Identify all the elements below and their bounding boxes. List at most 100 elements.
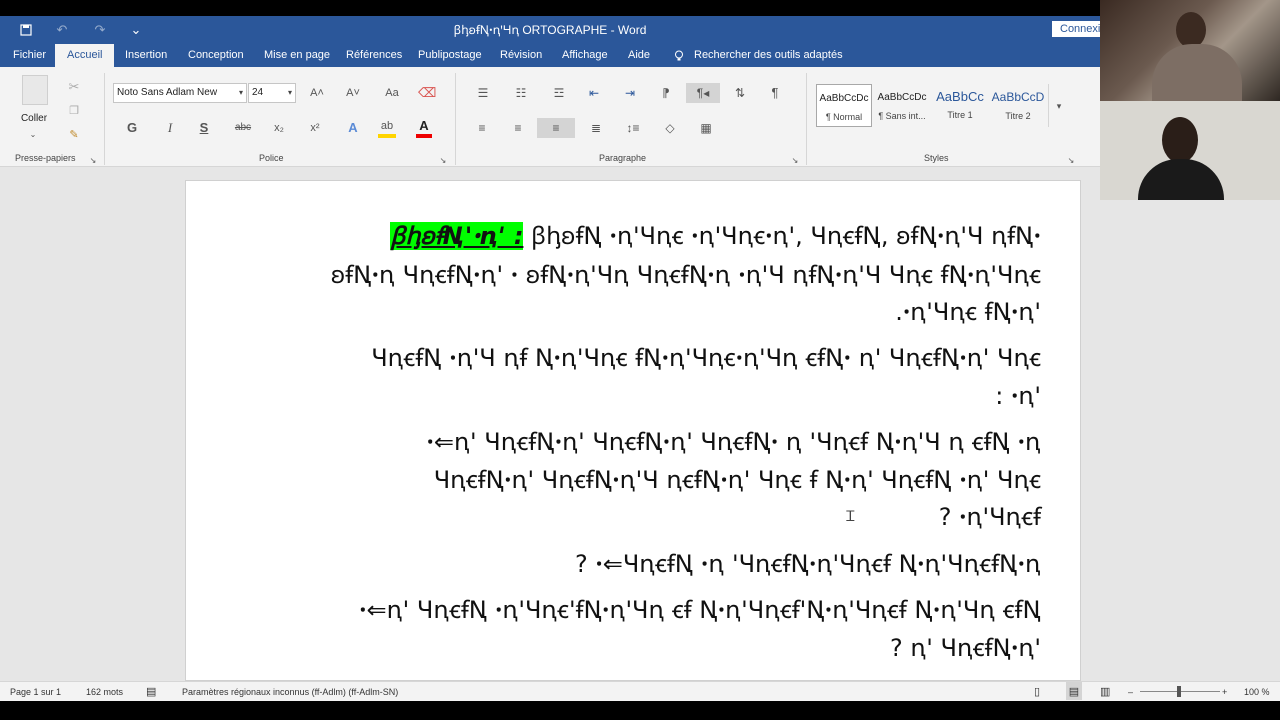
style-name: ¶ Normal: [825, 112, 863, 122]
zoom-in-button[interactable]: +: [1222, 682, 1227, 702]
strikethrough-button[interactable]: abc: [232, 118, 254, 138]
lightbulb-icon: [674, 44, 684, 67]
align-right-icon[interactable]: ≡: [537, 118, 575, 138]
paste-icon[interactable]: [22, 75, 48, 105]
ibeam-cursor-icon: Ꮖ: [846, 508, 856, 524]
status-bar: Page 1 sur 1 162 mots ▤ Paramètres régio…: [0, 681, 1280, 701]
font-color-button[interactable]: A: [416, 118, 432, 138]
rtl-icon[interactable]: ¶◂: [686, 83, 720, 103]
copy-icon[interactable]: ❐: [66, 101, 82, 121]
print-layout-icon[interactable]: ▤: [1066, 682, 1082, 700]
bullets-icon[interactable]: ☰: [470, 83, 496, 103]
style-heading-1[interactable]: AaBbCc Titre 1: [932, 84, 988, 127]
word-count[interactable]: 162 mots: [86, 682, 123, 702]
show-marks-button[interactable]: ¶: [766, 83, 784, 103]
ribbon-separator: [455, 73, 456, 165]
paragraph-line-3[interactable]: ꞏꞑꞌꞍꞑꞓ ꞙꞐꞏꞑꞌ.: [895, 293, 1041, 331]
bold-button[interactable]: G: [124, 118, 140, 138]
font-size-value: 24: [252, 87, 264, 98]
paragraph-line-9[interactable]: ꞏ⇐ꞍꞑꞓꞙꞐ ꞏꞑ ꞌꞍꞑꞓꞙꞐꞏꞑꞌꞍꞑꞓꞙ ꞐꞏꞑꞌꞍꞑꞓꞙꞐꞏꞑ ?: [575, 545, 1041, 583]
font-name-combo[interactable]: Noto Sans Adlam New ▾: [113, 83, 247, 103]
style-no-spacing[interactable]: AaBbCcDc ¶ Sans int...: [874, 84, 930, 127]
increase-indent-icon[interactable]: ⇥: [620, 83, 640, 103]
paragraph-line-4[interactable]: ꞍꞑꞓꞙꞐ ꞏꞑꞌꞍ ꞑꞙ ꞐꞏꞑꞌꞍꞑꞓ ꞙꞐꞏꞑꞌꞍꞑꞓꞏꞑꞌꞍꞑ ꞓꞙꞐꞏ…: [371, 339, 1041, 377]
line-spacing-icon[interactable]: ↕≡: [620, 118, 646, 138]
justify-icon[interactable]: ≣: [584, 118, 608, 138]
participant-head: [1162, 117, 1198, 163]
tab-references[interactable]: Références: [346, 44, 402, 67]
more-styles-icon[interactable]: ▾: [1051, 96, 1067, 116]
document-page[interactable]: ꞵꞕꞝꞙꞐ'ꞏꞑꞌ : ꞵꞕꞝꞙꞐ ꞏꞑꞌꞍꞑꞓ ꞏꞑꞌꞍꞑꞓꞏꞑꞌ, Ɥꞑꞓꞙ…: [185, 180, 1081, 681]
paragraph-line-1[interactable]: ꞵꞕꞝꞙꞐ'ꞏꞑꞌ : ꞵꞕꞝꞙꞐ ꞏꞑꞌꞍꞑꞓ ꞏꞑꞌꞍꞑꞓꞏꞑꞌ, Ɥꞑꞓꞙ…: [390, 217, 1041, 255]
clear-formatting-icon[interactable]: ⌫: [418, 83, 436, 103]
multilevel-list-icon[interactable]: ☲: [546, 83, 572, 103]
cut-icon[interactable]: ✂: [66, 77, 82, 97]
font-size-combo[interactable]: 24 ▾: [248, 83, 296, 103]
change-case-button[interactable]: Aa: [380, 83, 404, 103]
tab-conception[interactable]: Conception: [188, 44, 244, 67]
decrease-indent-icon[interactable]: ⇤: [584, 83, 604, 103]
font-name-value: Noto Sans Adlam New: [117, 87, 218, 98]
paragraph-line-2[interactable]: ꞝꞙꞐꞏꞑ ꞍꞑꞓꞙꞐꞏꞑꞌ ꞏ ꞝꞙꞐꞏꞑꞌꞍꞑ ꞍꞑꞓꞙꞐꞏꞑ ꞏꞑꞌꞍ ꞑ…: [331, 256, 1041, 294]
read-mode-icon[interactable]: ▯: [1034, 682, 1040, 702]
tab-aide[interactable]: Aide: [628, 44, 650, 67]
borders-icon[interactable]: ▦: [692, 118, 720, 138]
tab-insertion[interactable]: Insertion: [125, 44, 167, 67]
styles-scroll[interactable]: ▾: [1048, 84, 1068, 127]
style-sample: AaBbCcDc: [877, 92, 927, 103]
tab-publipostage[interactable]: Publipostage: [418, 44, 482, 67]
clipboard-group-label: Presse-papiers: [15, 153, 76, 163]
paragraph-line-6[interactable]: ꞏ⇐ꞑꞌ ꞍꞑꞓꞙꞐꞏꞑꞌ ꞍꞑꞓꞙꞐꞏꞑꞌ ꞍꞑꞓꞙꞐꞏ ꞑ ꞌꞍꞑꞓꞙ Ꞑꞏ…: [427, 423, 1042, 461]
paragraph-line-11[interactable]: ꞑꞌ ꞍꞑꞓꞙꞐꞏꞑꞌ ?: [890, 629, 1041, 667]
zoom-level[interactable]: 100 %: [1244, 682, 1270, 702]
tab-revision[interactable]: Révision: [500, 44, 542, 67]
style-heading-2[interactable]: AaBbCcD Titre 2: [990, 84, 1046, 127]
paragraph-line-7[interactable]: ꞍꞑꞓꞙꞐꞏꞑꞌ ꞍꞑꞓꞙꞐꞏꞑꞌꞍ ꞑꞓꞙꞐꞏꞑꞌ Ɥꞑꞓ ꞙ Ꞑꞏꞑꞌ Ɥꞑ…: [434, 461, 1041, 499]
title-bar: ↶ ↷ ⌄ ꞵꞕꞝꞙꞐꞏꞑꞌꞍꞑ ORTOGRAPHE - Word Conne…: [0, 16, 1100, 44]
numbering-icon[interactable]: ☷: [508, 83, 534, 103]
paragraph-line-8[interactable]: ꞏꞑꞌꞍꞑꞓꞙ ?: [939, 498, 1041, 536]
style-name: Titre 1: [947, 110, 973, 120]
tell-me-search[interactable]: Rechercher des outils adaptés: [694, 44, 843, 67]
align-left-icon[interactable]: ≡: [472, 118, 492, 138]
shading-icon[interactable]: ◇: [656, 118, 684, 138]
underline-button[interactable]: S: [196, 118, 212, 138]
italic-button[interactable]: I: [162, 118, 178, 138]
zoom-slider-thumb[interactable]: [1177, 686, 1181, 697]
proofing-icon[interactable]: ▤: [146, 682, 156, 702]
chevron-down-icon: ▾: [238, 88, 243, 97]
document-area-right: [1100, 200, 1280, 681]
page-count[interactable]: Page 1 sur 1: [10, 682, 61, 702]
paste-dropdown-icon[interactable]: ⌄: [26, 125, 40, 145]
highlight-color-button[interactable]: ab: [378, 118, 396, 138]
chevron-down-icon: ▾: [287, 88, 292, 97]
tab-mise-en-page[interactable]: Mise en page: [264, 44, 330, 67]
bottom-black-bar: [0, 701, 1280, 720]
superscript-button[interactable]: x²: [306, 118, 324, 138]
style-sample: AaBbCcDc: [819, 93, 869, 104]
font-group-label: Police: [259, 153, 284, 163]
tab-accueil[interactable]: Accueil: [55, 44, 115, 67]
grow-font-button[interactable]: A˄: [308, 83, 326, 103]
paragraph-line-5[interactable]: ꞏꞑꞌ :: [995, 377, 1041, 415]
sort-icon[interactable]: ⇅: [730, 83, 750, 103]
participant-body: [1138, 159, 1224, 200]
subscript-button[interactable]: x₂: [270, 118, 288, 138]
align-center-icon[interactable]: ≡: [508, 118, 528, 138]
language-status[interactable]: Paramètres régionaux inconnus (ff-Adlm) …: [182, 682, 398, 702]
text-run: ꞵꞕꞝꞙꞐ ꞏꞑꞌꞍꞑꞓ ꞏꞑꞌꞍꞑꞓꞏꞑꞌ, ꞍꞑꞓꞙꞐ, ꞝꞙꞐꞏꞑꞌꞍ ꞑ…: [531, 222, 1041, 250]
format-painter-icon[interactable]: ✎: [66, 125, 82, 145]
tab-affichage[interactable]: Affichage: [562, 44, 608, 67]
text-effects-button[interactable]: A: [344, 118, 362, 138]
zoom-out-button[interactable]: –: [1128, 682, 1133, 702]
paragraph-line-10[interactable]: ꞏ⇐ꞑꞌ ꞍꞑꞓꞙꞐ ꞏꞑꞌꞍꞑꞓ'ꞙꞐꞏꞑꞌꞍꞑ ꞓꞙ ꞐꞏꞑꞌꞍꞑꞓꞙ'Ꞑꞏ…: [359, 591, 1041, 629]
style-normal[interactable]: AaBbCcDc ¶ Normal: [816, 84, 872, 127]
connexion-button[interactable]: Connexio: [1052, 21, 1100, 37]
shrink-font-button[interactable]: A˅: [344, 83, 362, 103]
style-name: ¶ Sans int...: [878, 111, 926, 121]
web-layout-icon[interactable]: ▥: [1100, 682, 1110, 702]
ltr-icon[interactable]: ⁋: [656, 83, 676, 103]
tab-fichier[interactable]: Fichier: [13, 44, 46, 67]
style-sample: AaBbCc: [936, 89, 984, 104]
ribbon: Coller ⌄ ✂ ❐ ✎ Presse-papiers ↘ Noto San…: [0, 67, 1100, 167]
